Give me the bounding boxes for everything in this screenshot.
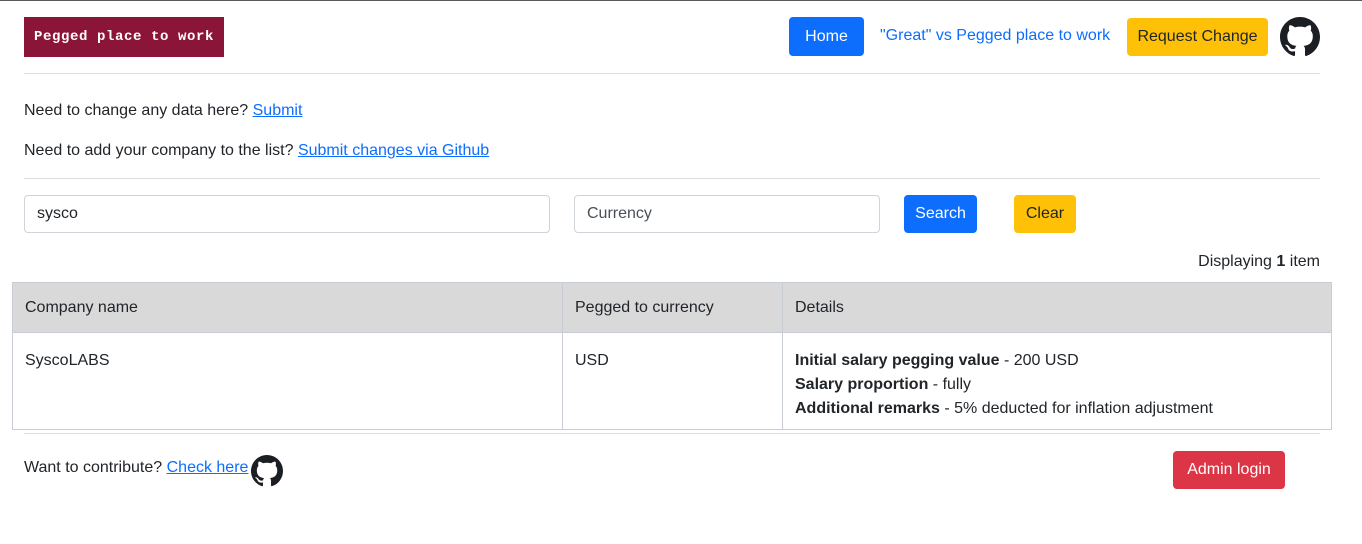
github-icon[interactable] (251, 455, 283, 487)
header-divider (24, 73, 1320, 74)
details-cell: Initial salary pegging value - 200 USD S… (782, 332, 1332, 430)
results-number: 1 (1276, 253, 1286, 270)
detail-label: Initial salary pegging value (795, 352, 1000, 369)
currency-input[interactable]: Currency (574, 195, 880, 233)
check-here-link[interactable]: Check here (167, 459, 249, 476)
footer-divider (24, 433, 1320, 434)
results-prefix: Displaying (1198, 253, 1272, 270)
company-search-input[interactable]: sysco (24, 195, 550, 233)
request-change-button[interactable]: Request Change (1127, 18, 1268, 56)
column-header-company[interactable]: Company name (12, 282, 563, 333)
table-header-row: Company name Pegged to currency Details (12, 282, 1332, 333)
intro-divider (24, 178, 1320, 179)
currency-cell: USD (562, 332, 783, 430)
table-row: SyscoLABS USD Initial salary pegging val… (12, 332, 1332, 430)
submit-link[interactable]: Submit (253, 102, 303, 119)
change-data-text: Need to change any data here? Submit (24, 102, 302, 120)
column-header-currency[interactable]: Pegged to currency (562, 282, 783, 333)
clear-button[interactable]: Clear (1014, 195, 1076, 233)
brand-logo[interactable]: Pegged place to work (24, 17, 224, 57)
submit-github-link[interactable]: Submit changes via Github (298, 142, 489, 159)
detail-label: Additional remarks (795, 400, 940, 417)
change-data-prefix: Need to change any data here? (24, 102, 249, 119)
contribute-prefix: Want to contribute? (24, 459, 163, 476)
add-company-prefix: Need to add your company to the list? (24, 142, 294, 159)
detail-value: - 5% deducted for inflation adjustment (939, 400, 1213, 417)
results-count: Displaying 1 item (1198, 253, 1320, 271)
detail-line: Initial salary pegging value - 200 USD (795, 349, 1319, 373)
contribute-text: Want to contribute? Check here (24, 459, 248, 477)
add-company-text: Need to add your company to the list? Su… (24, 142, 489, 160)
column-header-details[interactable]: Details (782, 282, 1332, 333)
detail-line: Salary proportion - fully (795, 373, 1319, 397)
detail-value: - 200 USD (999, 352, 1079, 369)
results-suffix: item (1289, 253, 1320, 270)
detail-value: - fully (928, 376, 972, 393)
home-button[interactable]: Home (789, 17, 864, 56)
company-cell: SyscoLABS (12, 332, 563, 430)
detail-line: Additional remarks - 5% deducted for inf… (795, 397, 1319, 421)
admin-login-button[interactable]: Admin login (1173, 451, 1285, 489)
github-icon[interactable] (1280, 17, 1320, 57)
compare-nav-link[interactable]: "Great" vs Pegged place to work (880, 27, 1110, 49)
detail-label: Salary proportion (795, 376, 929, 393)
companies-table: Company name Pegged to currency Details … (12, 282, 1332, 430)
search-button[interactable]: Search (904, 195, 977, 233)
